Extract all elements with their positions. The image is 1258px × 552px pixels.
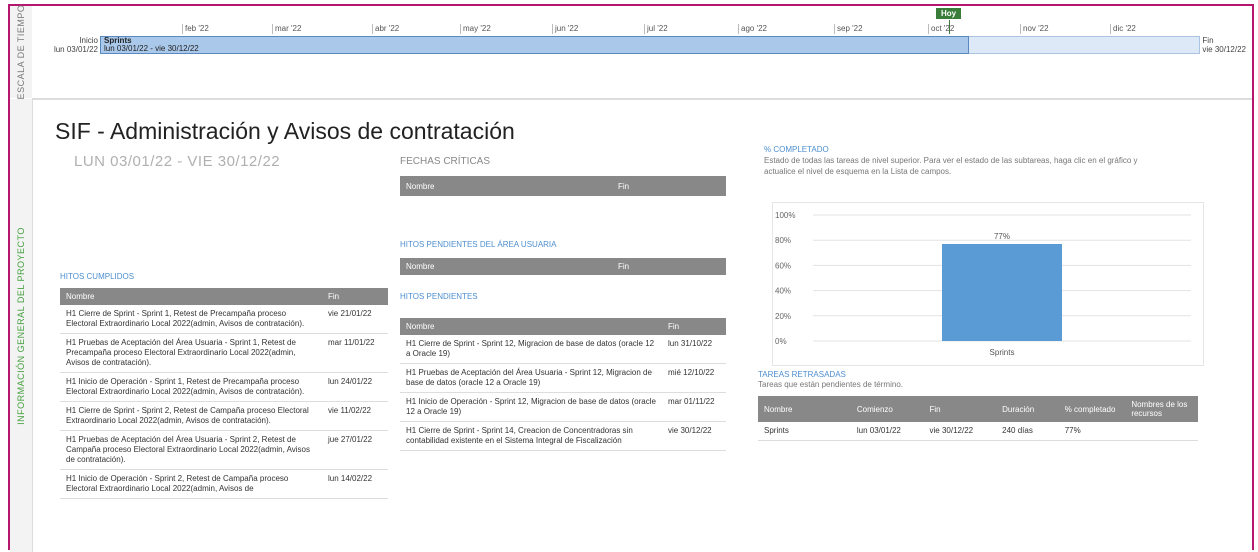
table-cell: H1 Inicio de Operación - Sprint 12, Migr… <box>400 392 662 422</box>
overview-side-tab[interactable]: INFORMACIÓN GENERAL DEL PROYECTO <box>10 99 33 552</box>
table-cell: vie 30/12/22 <box>662 421 726 451</box>
table-cell: lun 14/02/22 <box>322 469 388 499</box>
col-header: Nombres de los recursos <box>1125 396 1198 422</box>
table-cell: H1 Cierre de Sprint - Sprint 1, Retest d… <box>60 305 322 334</box>
timeline-month: feb '22 <box>182 24 209 34</box>
table-cell: vie 11/02/22 <box>322 401 388 431</box>
table-row[interactable]: H1 Pruebas de Aceptación del Área Usuari… <box>60 430 388 470</box>
project-dates: LUN 03/01/22 - VIE 30/12/22 <box>74 153 281 170</box>
table-cell <box>1125 422 1198 441</box>
table-cell: vie 21/01/22 <box>322 305 388 334</box>
fechas-criticas-table: Nombre Fin <box>400 176 726 196</box>
col-header: Fin <box>662 318 726 335</box>
col-header: Nombre <box>400 258 612 275</box>
table-cell: lun 03/01/22 <box>850 422 924 441</box>
table-row[interactable]: H1 Inicio de Operación - Sprint 2, Retes… <box>60 469 388 499</box>
col-header: Fin <box>612 176 726 196</box>
table-row[interactable]: H1 Inicio de Operación - Sprint 12, Migr… <box>400 392 726 422</box>
col-header: Nombre <box>758 396 851 422</box>
timeline-month: may '22 <box>460 24 491 34</box>
table-cell: H1 Cierre de Sprint - Sprint 2, Retest d… <box>60 401 322 431</box>
timeline-month: oct '22 <box>928 24 954 34</box>
chart-y-tick: 40% <box>775 287 791 296</box>
table-cell: H1 Cierre de Sprint - Sprint 12, Migraci… <box>400 335 662 364</box>
project-title: SIF - Administración y Avisos de contrat… <box>55 118 515 144</box>
table-cell: jue 27/01/22 <box>322 430 388 470</box>
table-cell: H1 Pruebas de Aceptación del Área Usuari… <box>400 363 662 393</box>
chart-data-label: 77% <box>994 232 1010 241</box>
timeline-month: sep '22 <box>834 24 863 34</box>
col-header: Fin <box>612 258 726 275</box>
timeline-month: mar '22 <box>272 24 301 34</box>
completion-chart[interactable]: 0% 20% 40% 60% 80% 100% 77% Sprints <box>772 202 1204 366</box>
col-header: Nombre <box>60 288 322 305</box>
table-cell: 240 días <box>996 422 1059 441</box>
hitos-pendientes-usuaria-table: Nombre Fin <box>400 258 726 275</box>
timeline-month: nov '22 <box>1020 24 1049 34</box>
table-row[interactable]: Sprints lun 03/01/22 vie 30/12/22 240 días 7… <box>758 422 1198 441</box>
table-row[interactable]: H1 Cierre de Sprint - Sprint 12, Migraci… <box>400 335 726 364</box>
table-cell: lun 24/01/22 <box>322 372 388 402</box>
completado-description: Estado de todas las tareas de nivel supe… <box>764 156 1138 176</box>
col-header: % completado <box>1058 396 1126 422</box>
section-fechas-criticas: FECHAS CRÍTICAS <box>400 156 491 167</box>
chart-y-tick: 100% <box>775 211 795 220</box>
today-marker: Hoy <box>936 8 962 19</box>
col-header: Duración <box>996 396 1059 422</box>
table-cell: H1 Pruebas de Aceptación del Área Usuari… <box>60 333 322 373</box>
chart-x-tick: Sprints <box>990 348 1015 357</box>
table-row[interactable]: H1 Pruebas de Aceptación del Área Usuari… <box>60 333 388 373</box>
table-cell: H1 Inicio de Operación - Sprint 2, Retes… <box>60 469 322 499</box>
col-header: Nombre <box>400 176 612 196</box>
timeline-month: dic '22 <box>1110 24 1136 34</box>
timescale-side-tab[interactable]: ESCALA DE TIEMPO <box>10 5 33 99</box>
table-row[interactable]: H1 Inicio de Operación - Sprint 1, Retes… <box>60 372 388 402</box>
section-hitos-cumplidos: HITOS CUMPLIDOS <box>60 272 135 281</box>
timeline-end: Fin vie 30/12/22 <box>1202 36 1246 54</box>
sprints-bar-label: Sprints lun 03/01/22 - vie 30/12/22 <box>104 36 199 53</box>
timeline-panel[interactable]: Hoy feb '22 mar '22 abr '22 may '22 jun '22 j… <box>32 6 1252 100</box>
table-cell: H1 Pruebas de Aceptación del Área Usuari… <box>60 430 322 470</box>
chart-y-tick: 20% <box>775 312 791 321</box>
col-header: Comienzo <box>850 396 924 422</box>
col-header: Nombre <box>400 318 662 335</box>
section-hitos-pendientes: HITOS PENDIENTES <box>400 292 478 301</box>
table-row[interactable]: H1 Pruebas de Aceptación del Área Usuari… <box>400 363 726 393</box>
timeline-month: jul '22 <box>644 24 668 34</box>
sprints-bar-remaining[interactable] <box>969 36 1200 54</box>
chart-y-tick: 0% <box>775 337 787 346</box>
table-row[interactable]: H1 Cierre de Sprint - Sprint 14, Creacio… <box>400 421 726 451</box>
table-cell: 77% <box>1058 422 1126 441</box>
tareas-retrasadas-table: Nombre Comienzo Fin Duración% completado Nom… <box>758 396 1198 441</box>
table-cell: mié 12/10/22 <box>662 363 726 393</box>
table-cell: Sprints <box>758 422 851 441</box>
timeline-month: abr '22 <box>372 24 399 34</box>
table-cell: mar 01/11/22 <box>662 392 726 422</box>
chart-y-tick: 80% <box>775 236 791 245</box>
hitos-cumplidos-table: Nombre Fin H1 Cierre de Sprint - Sprint … <box>60 288 388 499</box>
table-cell: H1 Cierre de Sprint - Sprint 14, Creacio… <box>400 421 662 451</box>
table-cell: H1 Inicio de Operación - Sprint 1, Retes… <box>60 372 322 402</box>
chart-y-tick: 60% <box>775 261 791 270</box>
timeline-month: jun '22 <box>552 24 578 34</box>
hitos-pendientes-table: Nombre Fin H1 Cierre de Sprint - Sprint … <box>400 318 726 451</box>
sprints-bar-completed[interactable] <box>100 36 969 54</box>
section-tareas-retrasadas: TAREAS RETRASADAS <box>758 370 846 379</box>
section-completado: % COMPLETADO <box>764 145 829 154</box>
table-cell: lun 31/10/22 <box>662 335 726 364</box>
table-row[interactable]: H1 Cierre de Sprint - Sprint 1, Retest d… <box>60 305 388 334</box>
timeline-month: ago '22 <box>738 24 767 34</box>
col-header: Fin <box>923 396 997 422</box>
report-frame: ESCALA DE TIEMPO INFORMACIÓN GENERAL DEL… <box>8 4 1254 552</box>
table-cell: vie 30/12/22 <box>923 422 997 441</box>
timeline-start: Inicio lun 03/01/22 <box>53 36 98 54</box>
col-header: Fin <box>322 288 388 305</box>
chart-bar[interactable] <box>942 243 1062 341</box>
table-cell: mar 11/01/22 <box>322 333 388 373</box>
completion-chart-svg: 0% 20% 40% 60% 80% 100% 77% Sprints <box>775 211 1191 357</box>
section-hitos-pendientes-usuaria: HITOS PENDIENTES DEL ÁREA USUARIA <box>400 240 557 249</box>
retrasadas-description: Tareas que están pendientes de término. <box>758 380 903 389</box>
table-row[interactable]: H1 Cierre de Sprint - Sprint 2, Retest d… <box>60 401 388 431</box>
